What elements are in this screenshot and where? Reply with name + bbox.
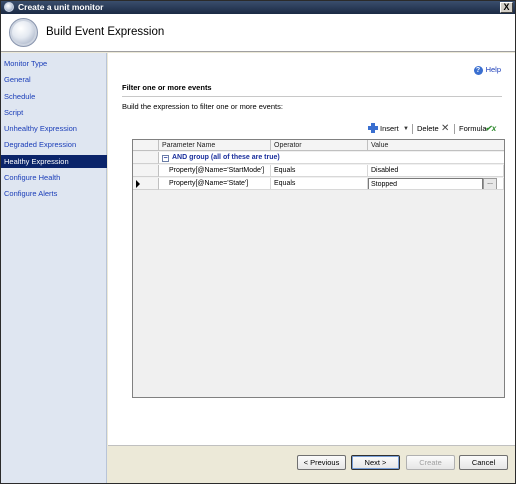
parameter-name-cell[interactable]: Property[@Name='StartMode']: [159, 165, 271, 177]
formula-icon[interactable]: ✔x: [485, 123, 496, 135]
formula-button[interactable]: Formula: [459, 123, 487, 135]
row-header[interactable]: [133, 152, 159, 164]
sidebar-item-schedule[interactable]: Schedule: [1, 90, 107, 103]
previous-button[interactable]: < Previous: [297, 455, 346, 470]
value-cell: ...: [368, 178, 504, 190]
section-divider: [122, 96, 502, 97]
sidebar-item-healthy-expression[interactable]: Healthy Expression: [1, 155, 107, 168]
chevron-down-icon[interactable]: ▼: [403, 123, 409, 135]
instructions-text: Build the expression to filter one or mo…: [122, 102, 283, 111]
sidebar-item-degraded-expression[interactable]: Degraded Expression: [1, 138, 107, 151]
help-icon: ?: [473, 65, 483, 75]
column-header-operator[interactable]: Operator: [271, 140, 368, 151]
table-row[interactable]: Property[@Name='State'] Equals ...: [133, 178, 504, 190]
collapse-icon[interactable]: −: [162, 155, 169, 162]
sidebar-item-configure-health[interactable]: Configure Health: [1, 171, 107, 184]
sidebar-item-script[interactable]: Script: [1, 106, 107, 119]
create-button[interactable]: Create: [406, 455, 455, 470]
toolbar-separator: [412, 124, 413, 134]
column-header-value[interactable]: Value: [368, 140, 504, 151]
delete-button[interactable]: Delete: [417, 123, 439, 135]
toolbar-separator: [454, 124, 455, 134]
group-row[interactable]: − AND group (all of these are true): [133, 152, 504, 164]
sidebar-item-general[interactable]: General: [1, 73, 107, 86]
operator-cell[interactable]: Equals: [271, 165, 368, 177]
insert-button[interactable]: Insert: [380, 123, 399, 135]
parameter-name-cell[interactable]: Property[@Name='State']: [159, 178, 271, 190]
operator-cell[interactable]: Equals: [271, 178, 368, 190]
value-input[interactable]: [368, 178, 483, 189]
wizard-header: Build Event Expression: [1, 14, 515, 52]
group-label: AND group (all of these are true): [172, 154, 280, 161]
column-header-parameter-name[interactable]: Parameter Name: [159, 140, 271, 151]
grid-corner-header: [133, 140, 159, 151]
wizard-step-sidebar: Monitor Type General Schedule Script Unh…: [1, 53, 107, 483]
sidebar-item-configure-alerts[interactable]: Configure Alerts: [1, 187, 107, 200]
help-label: Help: [485, 65, 501, 74]
next-button[interactable]: Next >: [351, 455, 400, 470]
current-row-arrow-icon: [136, 180, 140, 188]
row-header[interactable]: [133, 165, 159, 177]
cancel-button[interactable]: Cancel: [459, 455, 508, 470]
app-icon: [4, 2, 14, 12]
wizard-footer: < Previous Next > Create Cancel: [108, 445, 515, 483]
row-header[interactable]: [133, 178, 159, 190]
delete-icon[interactable]: ✕: [441, 123, 449, 135]
expression-grid: Parameter Name Operator Value − AND group…: [132, 139, 505, 398]
window-title: Create a unit monitor: [18, 2, 104, 12]
create-unit-monitor-window: Create a unit monitor X Build Event Expr…: [0, 0, 516, 484]
title-bar[interactable]: Create a unit monitor X: [1, 1, 515, 14]
help-link[interactable]: ? Help: [473, 65, 501, 75]
sidebar-item-unhealthy-expression[interactable]: Unhealthy Expression: [1, 122, 107, 135]
and-group-cell[interactable]: − AND group (all of these are true): [159, 152, 504, 164]
section-title: Filter one or more events: [122, 83, 212, 92]
value-cell[interactable]: Disabled: [368, 165, 504, 177]
close-icon[interactable]: X: [500, 2, 513, 13]
table-row[interactable]: Property[@Name='StartMode'] Equals Disab…: [133, 165, 504, 177]
main-content: ? Help Filter one or more events Build th…: [108, 53, 515, 445]
ellipsis-button[interactable]: ...: [483, 178, 497, 189]
insert-icon[interactable]: [368, 123, 378, 133]
page-title: Build Event Expression: [46, 26, 165, 38]
sidebar-item-monitor-type[interactable]: Monitor Type: [1, 57, 107, 70]
wizard-orb-icon: [9, 18, 38, 47]
